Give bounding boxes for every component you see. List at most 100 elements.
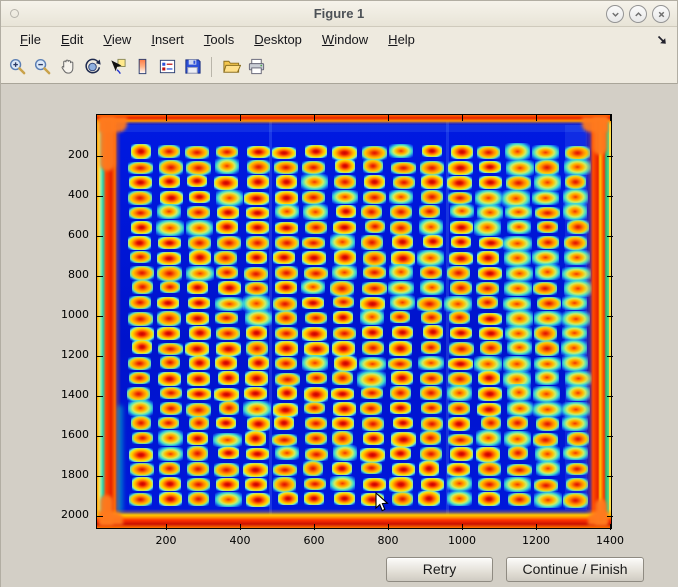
insert-colorbar-button[interactable] (131, 56, 153, 78)
window-menu-icon[interactable] (10, 9, 19, 18)
scan-dot (158, 430, 183, 446)
zoom-in-icon (8, 57, 27, 76)
maximize-button[interactable] (629, 5, 647, 23)
axis-tick (536, 115, 537, 121)
scan-dot (447, 176, 472, 190)
zoom-out-button[interactable] (31, 56, 53, 78)
scan-dot (361, 387, 382, 400)
save-figure-button[interactable] (181, 56, 203, 78)
scan-dot (129, 372, 150, 385)
axis-tick (607, 356, 613, 357)
scan-dot (132, 340, 152, 354)
scan-dot (189, 416, 210, 431)
scan-dot (303, 461, 323, 476)
scan-dot (160, 387, 182, 399)
scan-dot (245, 282, 268, 295)
scan-dot (127, 387, 150, 402)
dock-figure-arrow-icon[interactable] (656, 33, 668, 45)
scan-dot (272, 434, 297, 446)
scan-dot (450, 221, 473, 234)
retry-button[interactable]: Retry (386, 557, 493, 582)
axis-tick (607, 156, 613, 157)
scan-dot (418, 491, 439, 506)
scan-dot (189, 191, 210, 203)
menu-window[interactable]: Window (313, 30, 377, 49)
scan-dot (274, 161, 298, 174)
scan-dot (332, 341, 355, 356)
data-cursor-button[interactable] (106, 56, 128, 78)
axis-tick (97, 236, 103, 237)
menu-help[interactable]: Help (379, 30, 424, 49)
pan-button[interactable] (56, 56, 78, 78)
scan-dot (537, 221, 558, 233)
scan-dot (217, 206, 239, 219)
menu-file[interactable]: File (11, 30, 50, 49)
scan-dot (273, 477, 296, 491)
scan-dot (421, 341, 441, 354)
titlebar[interactable]: Figure 1 (1, 1, 677, 27)
scan-dot (564, 236, 587, 250)
scan-dot (275, 327, 299, 340)
y-tick-label: 600 (9, 228, 89, 241)
x-tick-label: 1400 (596, 534, 624, 547)
scan-dot (305, 432, 327, 445)
open-folder-icon (222, 57, 241, 76)
axis-tick (97, 516, 103, 517)
close-button[interactable] (652, 5, 670, 23)
scan-dot (391, 162, 416, 175)
scan-dot (218, 371, 240, 385)
scan-dot (390, 205, 412, 219)
minimize-button[interactable] (606, 5, 624, 23)
scan-dot (505, 205, 532, 219)
scan-dot (215, 297, 244, 311)
scan-dot (390, 221, 413, 235)
scan-dot (246, 341, 268, 356)
continue-finish-button[interactable]: Continue / Finish (506, 557, 644, 582)
scan-dot (332, 431, 353, 446)
scan-dot (478, 478, 501, 491)
scan-dot (275, 281, 297, 295)
scan-dot (363, 159, 383, 173)
scan-dot (477, 205, 503, 221)
scan-dot (334, 250, 356, 264)
scan-dot (417, 250, 445, 266)
menu-tools[interactable]: Tools (195, 30, 243, 49)
axis-tick (240, 115, 241, 121)
scan-dot (332, 265, 357, 280)
scan-dot (277, 386, 298, 400)
scan-dot (475, 190, 502, 206)
scan-dot (420, 386, 442, 400)
zoom-in-button[interactable] (6, 56, 28, 78)
scan-dot (187, 175, 207, 188)
scan-dot (247, 175, 269, 189)
menu-edit[interactable]: Edit (52, 30, 92, 49)
scan-dot (273, 297, 298, 312)
print-figure-button[interactable] (245, 56, 267, 78)
scan-edge-left (97, 115, 121, 528)
scan-dot (187, 388, 211, 401)
scan-dot (450, 327, 473, 339)
scan-image[interactable] (97, 115, 611, 528)
insert-legend-button[interactable] (156, 56, 178, 78)
scan-dot (186, 312, 209, 325)
scan-dot (533, 386, 560, 402)
data-cursor-icon (108, 57, 127, 76)
axis-tick (240, 524, 241, 530)
scan-dot (245, 431, 266, 445)
scan-dot (362, 146, 387, 160)
open-file-button[interactable] (220, 56, 242, 78)
scan-dot (535, 446, 561, 462)
menu-insert[interactable]: Insert (142, 30, 193, 49)
axis-tick (536, 524, 537, 530)
scan-dot (532, 250, 559, 265)
mouse-cursor (375, 492, 389, 513)
scan-dot (448, 417, 471, 431)
scan-dot (333, 327, 357, 340)
scan-dot (420, 431, 441, 445)
rotate-3d-button[interactable] (81, 56, 103, 78)
scan-dot (302, 251, 325, 264)
scan-dot (534, 326, 557, 341)
menu-desktop[interactable]: Desktop (245, 30, 311, 49)
scan-dot (565, 175, 586, 189)
menu-view[interactable]: View (94, 30, 140, 49)
